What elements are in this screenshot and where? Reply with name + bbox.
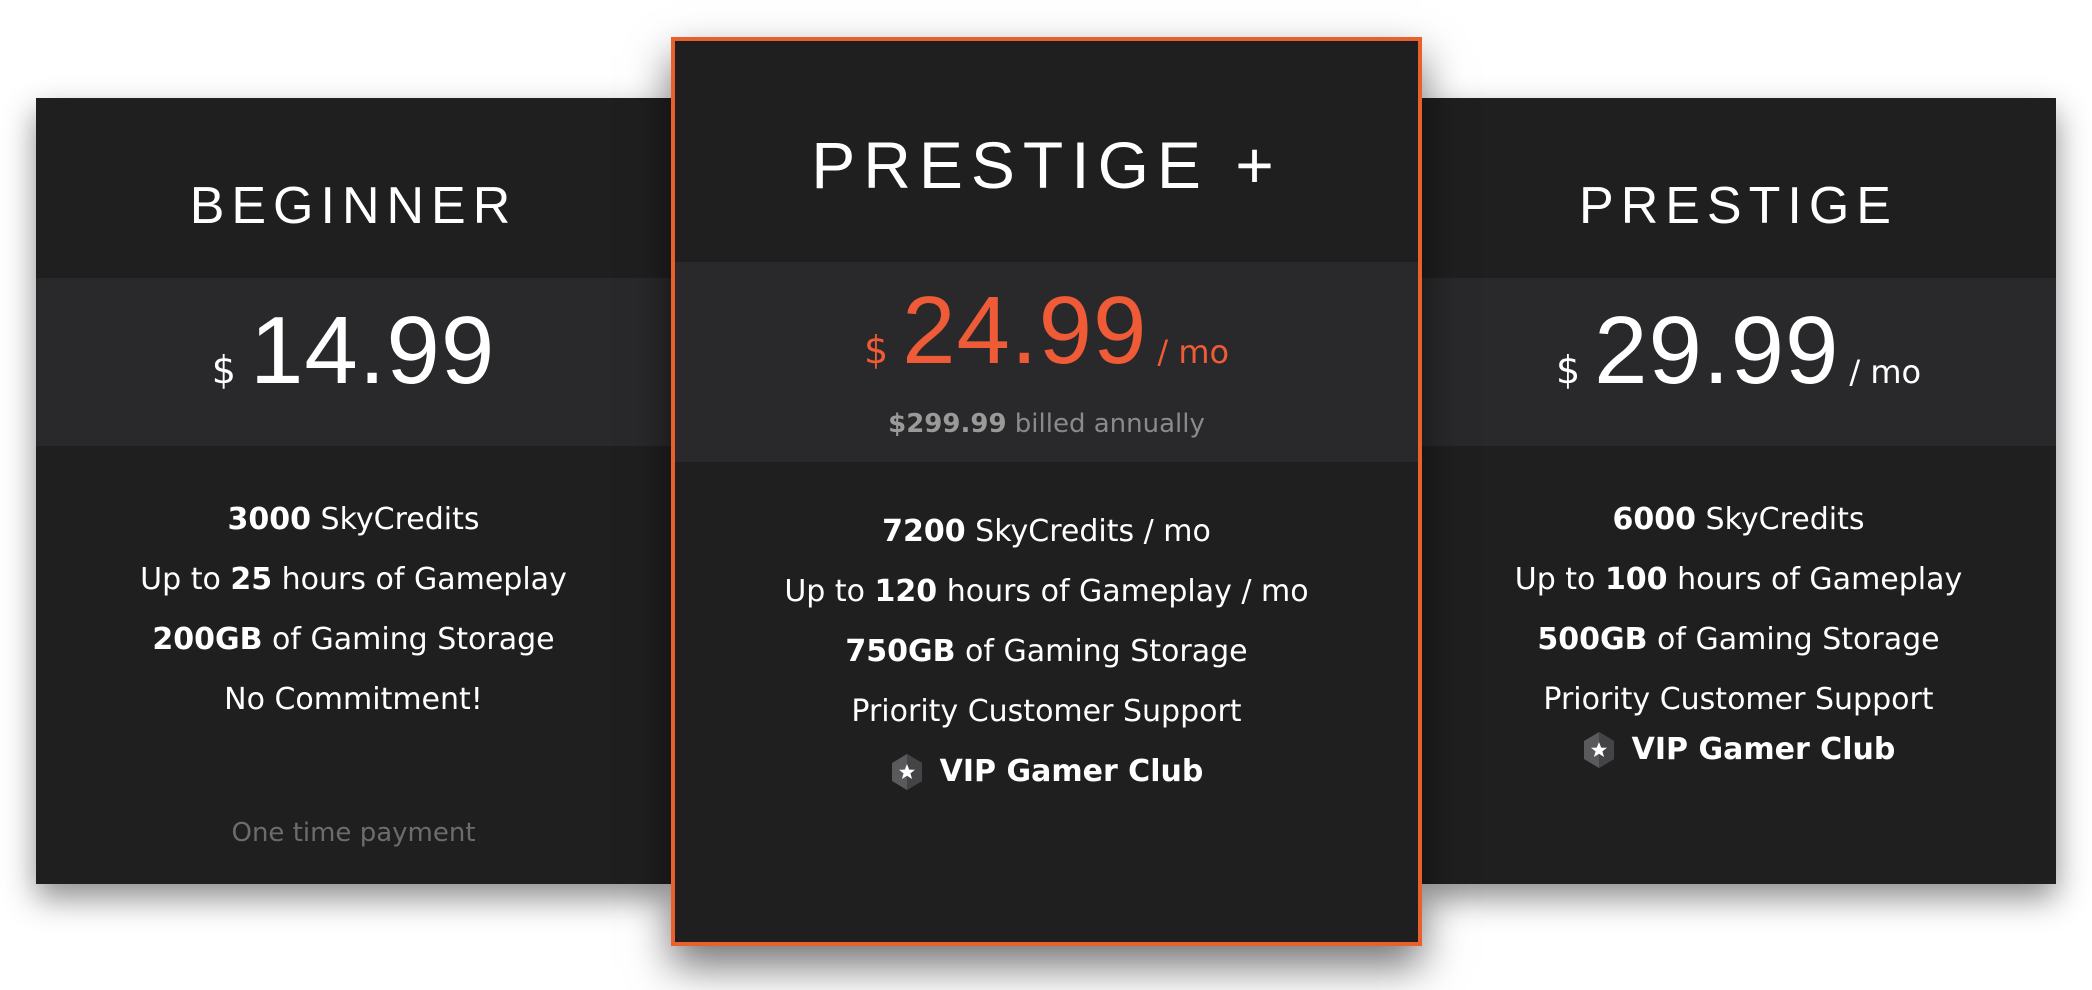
plan-card-prestige-plus[interactable]: PRESTIGE + $ 24.99 / mo $299.99 billed a… [671,37,1422,946]
plan-card-beginner[interactable]: BEGINNER $ 14.99 3000 SkyCredits Up to 2… [36,98,671,884]
billed-annually-note: $299.99 billed annually [888,409,1205,439]
plan-name: BEGINNER [189,177,518,235]
price-amount: 29.99 [1594,297,1840,404]
hexagon-star-icon [891,754,922,790]
feature-item: 6000 SkyCredits [1612,502,1865,537]
billing-period: / mo [1157,333,1230,371]
feature-list: 6000 SkyCredits Up to 100 hours of Gamep… [1421,490,2056,780]
feature-item: Up to 100 hours of Gameplay [1514,562,1963,597]
feature-item: Up to 25 hours of Gameplay [140,562,567,597]
vip-label: VIP Gamer Club [939,754,1204,789]
feature-item-vip: VIP Gamer Club [675,742,1418,802]
price: $ 14.99 [36,296,671,406]
feature-item: Up to 120 hours of Gameplay / mo [784,574,1309,609]
currency-symbol: $ [863,328,889,372]
feature-item: 7200 SkyCredits / mo [882,514,1211,549]
payment-note: One time payment [231,818,476,848]
vip-label: VIP Gamer Club [1631,732,1896,767]
feature-item: 500GB of Gaming Storage [1537,622,1940,657]
price-amount: 14.99 [249,297,496,404]
feature-item: No Commitment! [224,682,483,717]
feature-item: Priority Customer Support [851,694,1242,729]
price-band: $ 24.99 / mo $299.99 billed annually [675,262,1418,462]
feature-item: 200GB of Gaming Storage [152,622,555,657]
price: $ 29.99 / mo [1421,296,2056,406]
currency-symbol: $ [1555,348,1581,392]
feature-item: 3000 SkyCredits [227,502,480,537]
currency-symbol: $ [211,348,236,392]
price-amount: 24.99 [902,277,1148,384]
feature-item-vip: VIP Gamer Club [1421,720,2056,780]
feature-list: 3000 SkyCredits Up to 25 hours of Gamepl… [36,490,671,730]
pricing-table: BEGINNER $ 14.99 3000 SkyCredits Up to 2… [0,0,2092,990]
plan-name: PRESTIGE [1579,177,1898,235]
price-band: $ 29.99 / mo [1421,278,2056,446]
plan-name: PRESTIGE + [811,128,1282,202]
billing-period: / mo [1849,353,1922,391]
price: $ 24.99 / mo [675,276,1418,386]
feature-list: 7200 SkyCredits / mo Up to 120 hours of … [675,502,1418,802]
plan-card-prestige[interactable]: PRESTIGE $ 29.99 / mo 6000 SkyCredits Up… [1421,98,2056,884]
price-band: $ 14.99 [36,278,671,446]
hexagon-star-icon [1583,732,1614,768]
feature-item: 750GB of Gaming Storage [845,634,1248,669]
